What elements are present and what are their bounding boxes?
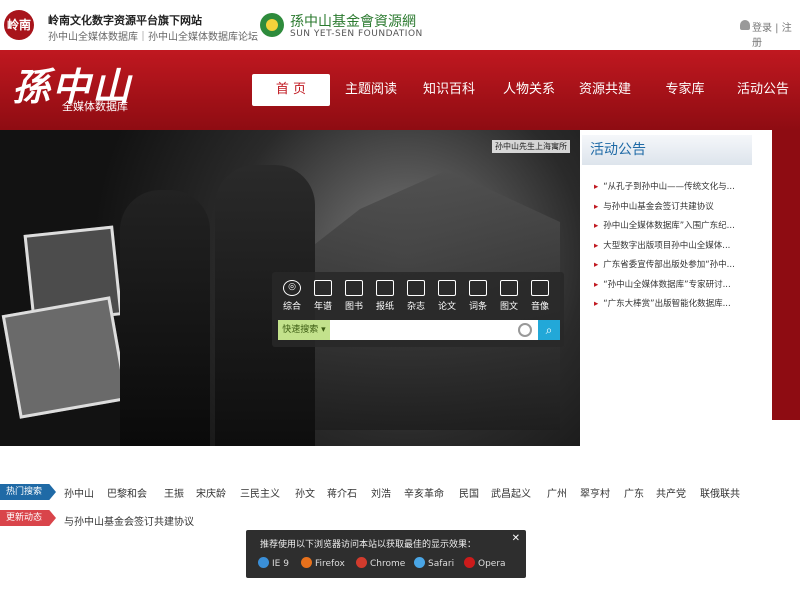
announcement-panel: 活动公告 “从孔子到孙中山——传统文化与... 与孙中山基金会签订共建协议 孙中… xyxy=(582,130,772,446)
calendar-icon xyxy=(314,280,332,296)
safari-icon xyxy=(414,557,425,568)
brand-subtitle: 全媒体数据库 xyxy=(62,100,128,113)
announcement-item[interactable]: “从孔子到孙中山——传统文化与... xyxy=(594,178,754,198)
camera-icon xyxy=(531,280,549,296)
search-input[interactable] xyxy=(332,322,512,338)
book-icon xyxy=(345,280,363,296)
lingnan-logo[interactable]: 岭南 xyxy=(4,10,34,40)
category-entries[interactable]: 词条 xyxy=(464,280,492,312)
entry-icon xyxy=(469,280,487,296)
platform-links[interactable]: 孙中山全媒体数据库｜孙中山全媒体数据库论坛 xyxy=(48,28,258,43)
platform-title: 岭南文化数字资源平台旗下网站 xyxy=(48,14,202,27)
foundation-name[interactable]: 孫中山基金會資源網 xyxy=(290,11,416,31)
browser-safari[interactable]: Safari xyxy=(414,557,454,569)
chrome-icon xyxy=(356,557,367,568)
hot-search-row: 热门搜索 孙中山 巴黎和会 王振 宋庆龄 三民主义 孙文 蒋介石 刘浩 辛亥革命… xyxy=(0,484,800,502)
hot-search-term[interactable]: 巴黎和会 xyxy=(107,485,147,500)
main-nav: 首 页 主题阅读 知识百科 人物关系 资源共建 专家库 活动公告 xyxy=(250,74,800,106)
browser-chrome[interactable]: Chrome xyxy=(356,557,405,569)
category-images[interactable]: 图文 xyxy=(495,280,523,312)
hot-search-term[interactable]: 孙中山 xyxy=(64,485,94,500)
gear-icon[interactable] xyxy=(518,323,532,337)
announcement-item[interactable]: 孙中山全媒体数据库”入围广东纪... xyxy=(594,217,754,237)
ie-icon xyxy=(258,557,269,568)
category-chronicle[interactable]: 年谱 xyxy=(309,280,337,312)
top-bar: 岭南 岭南文化数字资源平台旗下网站 孙中山全媒体数据库｜孙中山全媒体数据库论坛 … xyxy=(0,0,800,50)
side-decoration xyxy=(770,130,800,420)
hot-search-term[interactable]: 广东 xyxy=(624,485,644,500)
hot-search-label: 热门搜索 xyxy=(0,484,56,500)
category-all[interactable]: ◎ 综合 xyxy=(278,280,306,312)
update-row: 更新动态 与孙中山基金会签订共建协议 xyxy=(0,510,800,528)
search-panel: ◎ 综合 年谱 图书 报纸 杂志 论文 词条 图文 音像 快速搜索 ▾ ⌕ xyxy=(272,272,564,347)
nav-announcements[interactable]: 活动公告 xyxy=(728,74,798,106)
category-newspapers[interactable]: 报纸 xyxy=(371,280,399,312)
hot-search-term[interactable]: 民国 xyxy=(459,485,479,500)
hot-search-term[interactable]: 翠亨村 xyxy=(580,485,610,500)
nav-relations[interactable]: 人物关系 xyxy=(494,74,564,106)
hero-small-photo xyxy=(1,296,129,419)
firefox-icon xyxy=(301,557,312,568)
nav-home[interactable]: 首 页 xyxy=(252,74,330,106)
browser-recommendation-bar: 推荐使用以下浏览器访问本站以获取最佳的显示效果： ✕ IE 9 Firefox … xyxy=(246,530,526,578)
announcement-item[interactable]: “孙中山全媒体数据库”专家研讨... xyxy=(594,276,754,296)
category-books[interactable]: 图书 xyxy=(340,280,368,312)
all-icon: ◎ xyxy=(283,280,301,296)
hot-search-term[interactable]: 王振 xyxy=(164,485,184,500)
hot-search-term[interactable]: 三民主义 xyxy=(240,485,280,500)
hot-search-term[interactable]: 蒋介石 xyxy=(327,485,357,500)
browser-firefox[interactable]: Firefox xyxy=(301,557,345,569)
announcement-item[interactable]: 广东省委宣传部出版处参加“孙中... xyxy=(594,256,754,276)
hero-person-image xyxy=(120,190,210,446)
category-av[interactable]: 音像 xyxy=(526,280,554,312)
hot-search-term[interactable]: 辛亥革命 xyxy=(404,485,444,500)
hot-search-term[interactable]: 共产党 xyxy=(656,485,686,500)
nav-experts[interactable]: 专家库 xyxy=(650,74,720,106)
hot-search-term[interactable]: 宋庆龄 xyxy=(196,485,226,500)
update-label: 更新动态 xyxy=(0,510,56,526)
announcement-title: 活动公告 xyxy=(582,135,752,165)
login-register-links[interactable]: 登录 | 注册 xyxy=(752,19,800,49)
search-button[interactable]: ⌕ xyxy=(538,320,560,340)
pencil-icon xyxy=(438,280,456,296)
hot-search-term[interactable]: 武昌起义 xyxy=(491,485,531,500)
announcement-item[interactable]: “广东大棒赏”出版智能化数据库... xyxy=(594,295,754,315)
hero-banner[interactable]: 孙中山先生上海寓所 ◎ 综合 年谱 图书 报纸 杂志 论文 词条 图文 音像 快速… xyxy=(0,130,580,446)
update-item[interactable]: 与孙中山基金会签订共建协议 xyxy=(64,513,194,528)
nav-theme-reading[interactable]: 主题阅读 xyxy=(336,74,406,106)
category-papers[interactable]: 论文 xyxy=(433,280,461,312)
announcement-item[interactable]: 与孙中山基金会签订共建协议 xyxy=(594,198,754,218)
newspaper-icon xyxy=(376,280,394,296)
hot-search-term[interactable]: 联俄联共 xyxy=(700,485,740,500)
category-magazines[interactable]: 杂志 xyxy=(402,280,430,312)
user-icon xyxy=(740,20,750,30)
site-header: 孫中山 全媒体数据库 首 页 主题阅读 知识百科 人物关系 资源共建 专家库 活… xyxy=(0,50,800,130)
search-row: 快速搜索 ▾ ⌕ xyxy=(278,320,560,340)
brand-logo[interactable]: 孫中山 全媒体数据库 xyxy=(12,68,132,114)
hero-caption: 孙中山先生上海寓所 xyxy=(492,140,570,153)
opera-icon xyxy=(464,557,475,568)
announcement-item[interactable]: 大型数字出版项目孙中山全媒体... xyxy=(594,237,754,257)
quick-search-dropdown[interactable]: 快速搜索 ▾ xyxy=(278,320,330,340)
image-icon xyxy=(500,280,518,296)
browser-message: 推荐使用以下浏览器访问本站以获取最佳的显示效果： xyxy=(260,540,477,550)
announcement-list: “从孔子到孙中山——传统文化与... 与孙中山基金会签订共建协议 孙中山全媒体数… xyxy=(594,178,754,315)
foundation-logo-icon[interactable] xyxy=(260,13,284,37)
hot-search-term[interactable]: 孙文 xyxy=(295,485,315,500)
magazine-icon xyxy=(407,280,425,296)
close-icon[interactable]: ✕ xyxy=(512,533,520,544)
hot-search-term[interactable]: 广州 xyxy=(547,485,567,500)
browser-ie[interactable]: IE 9 xyxy=(258,557,289,569)
browser-opera[interactable]: Opera xyxy=(464,557,506,569)
nav-knowledge[interactable]: 知识百科 xyxy=(414,74,484,106)
hot-search-term[interactable]: 刘浩 xyxy=(371,485,391,500)
nav-co-build[interactable]: 资源共建 xyxy=(570,74,640,106)
foundation-english-name: SUN YET-SEN FOUNDATION xyxy=(290,29,423,39)
